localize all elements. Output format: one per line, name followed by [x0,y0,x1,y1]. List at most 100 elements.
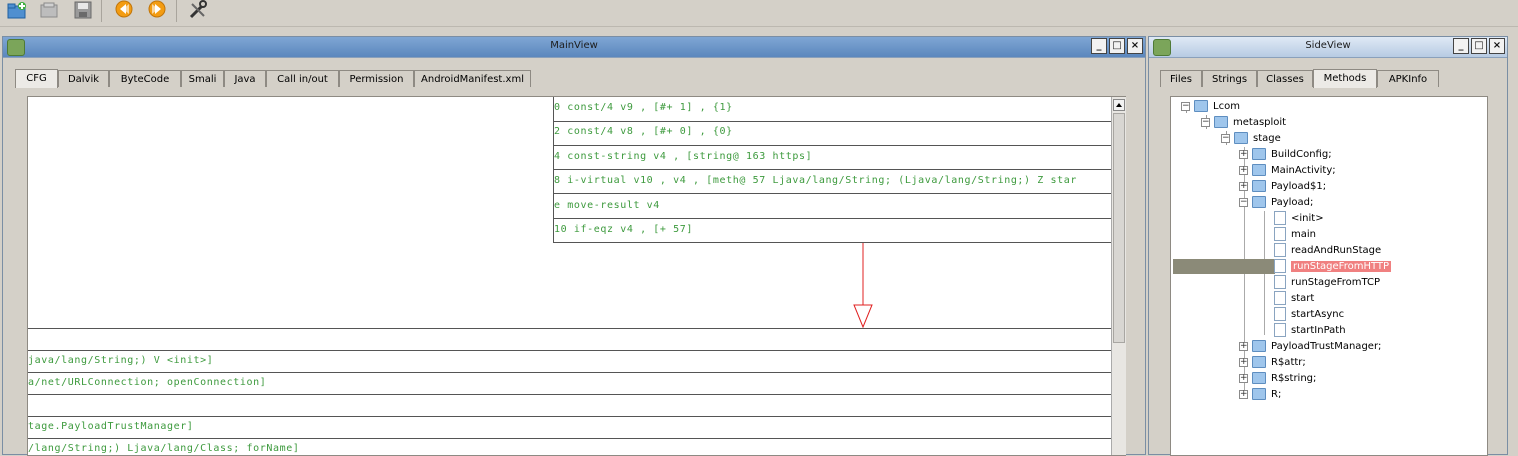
method-icon [1274,211,1286,225]
tools-icon[interactable] [187,0,209,20]
vertical-scrollbar[interactable] [1111,97,1126,455]
expand-icon[interactable]: + [1239,181,1248,191]
tree-node-method[interactable]: readAndRunStage [1274,242,1381,258]
expand-icon[interactable]: + [1239,165,1248,175]
close-button[interactable]: × [1127,38,1143,54]
cfg-node-upper[interactable]: 0 const/4 v9 , [#+ 1] , {1} 2 const/4 v8… [553,97,1113,243]
tab-java[interactable]: Java [224,70,266,87]
tree-node-class[interactable]: + PayloadTrustManager; [1239,338,1381,354]
folder-icon [1252,180,1266,192]
tab-permission[interactable]: Permission [339,70,414,87]
tab-methods[interactable]: Methods [1313,69,1377,88]
expand-icon[interactable]: + [1239,357,1248,367]
tab-bytecode[interactable]: ByteCode [109,70,181,87]
expand-icon[interactable]: + [1239,341,1248,351]
scroll-thumb[interactable] [1113,113,1125,343]
methods-tree[interactable]: − Lcom − metasploit − stage + BuildConfig; +… [1170,96,1488,456]
tab-apkinfo[interactable]: APKInfo [1377,70,1439,87]
side-view-titlebar[interactable]: SideView _ □ × [1149,37,1507,58]
tab-cfg[interactable]: CFG [15,69,58,88]
tree-node-method[interactable]: <init> [1274,210,1324,226]
tree-node-method[interactable]: startInPath [1274,322,1346,338]
tree-node-class[interactable]: + MainActivity; [1239,162,1336,178]
tree-node-class[interactable]: + R; [1239,386,1281,402]
folder-icon [1252,164,1266,176]
tree-node-method[interactable]: runStageFromTCP [1274,274,1380,290]
tree-node-class[interactable]: + BuildConfig; [1239,146,1332,162]
tree-node-class[interactable]: + R$attr; [1239,354,1306,370]
folder-icon [1194,100,1208,112]
cfg-line: 0 const/4 v9 , [#+ 1] , {1} [554,102,733,113]
method-icon [1274,307,1286,321]
tab-dalvik[interactable]: Dalvik [58,70,109,87]
cfg-line: a/net/URLConnection; openConnection] [28,377,267,388]
main-view-titlebar[interactable]: MainView _ □ × [3,37,1145,58]
tree-label: Payload; [1271,196,1314,208]
tab-strings[interactable]: Strings [1202,70,1257,87]
cfg-node-lower[interactable]: java/lang/String;) V <init>] a/net/URLCo… [28,328,1113,455]
cfg-edge-arrow [853,243,873,329]
scroll-up-button[interactable] [1113,99,1125,111]
tree-label: Lcom [1213,100,1240,112]
minimize-button[interactable]: _ [1091,38,1107,54]
tree-node-method[interactable]: main [1274,226,1316,242]
tree-label: metasploit [1233,116,1287,128]
tree-node-stage[interactable]: − stage [1221,130,1281,146]
cfg-line: 8 i-virtual v10 , v4 , [meth@ 57 Ljava/l… [554,175,1078,186]
folder-icon [1252,196,1266,208]
tree-label: startAsync [1291,308,1345,320]
collapse-icon[interactable]: − [1201,117,1210,127]
tree-node-metasploit[interactable]: − metasploit [1201,114,1286,130]
collapse-icon[interactable]: − [1181,101,1190,111]
tab-call-in-out[interactable]: Call in/out [266,70,339,87]
main-toolbar [0,0,1518,27]
expand-icon[interactable]: + [1239,373,1248,383]
method-icon [1274,275,1286,289]
tree-label: stage [1253,132,1281,144]
method-icon [1274,227,1286,241]
tree-label: readAndRunStage [1291,244,1382,256]
collapse-icon[interactable]: − [1239,197,1248,207]
toolbar-separator [176,0,177,22]
maximize-button[interactable]: □ [1109,38,1125,54]
toolbar-separator [101,0,102,22]
tree-label: Payload$1; [1271,180,1327,192]
expand-icon[interactable]: + [1239,389,1248,399]
open-apk-icon[interactable] [6,0,28,20]
tab-smali[interactable]: Smali [181,70,224,87]
close-button[interactable]: × [1489,38,1505,54]
tree-node-method-selected[interactable]: runStageFromHTTP [1274,258,1392,274]
tree-label: BuildConfig; [1271,148,1332,160]
minimize-button[interactable]: _ [1453,38,1469,54]
tree-label: runStageFromTCP [1291,276,1380,288]
cfg-canvas[interactable]: 0 const/4 v9 , [#+ 1] , {1} 2 const/4 v8… [27,96,1126,456]
tree-node-class[interactable]: + Payload$1; [1239,178,1326,194]
tab-classes[interactable]: Classes [1257,70,1313,87]
close-project-icon[interactable] [38,0,60,20]
tab-files[interactable]: Files [1160,70,1202,87]
folder-icon [1252,388,1266,400]
tree-label: MainActivity; [1271,164,1336,176]
tree-label: R; [1271,388,1282,400]
tree-node-payload[interactable]: − Payload; [1239,194,1313,210]
expand-icon[interactable]: + [1239,149,1248,159]
tree-node-class[interactable]: + R$string; [1239,370,1316,386]
cfg-line: e move-result v4 [554,200,660,211]
tree-label: R$attr; [1271,356,1306,368]
tree-node-method[interactable]: startAsync [1274,306,1344,322]
forward-icon[interactable] [146,0,168,20]
method-icon [1274,323,1286,337]
maximize-button[interactable]: □ [1471,38,1487,54]
tab-androidmanifest[interactable]: AndroidManifest.xml [414,70,531,87]
folder-icon [1214,116,1228,128]
tree-label: main [1291,228,1316,240]
window-title: MainView [550,40,598,51]
tree-node-method[interactable]: start [1274,290,1314,306]
cfg-line: 10 if-eqz v4 , [+ 57] [554,224,694,235]
tree-node-lcom[interactable]: − Lcom [1181,98,1240,114]
back-icon[interactable] [113,0,135,20]
folder-icon [1252,372,1266,384]
collapse-icon[interactable]: − [1221,133,1230,143]
save-icon[interactable] [72,0,94,20]
cfg-line: 2 const/4 v8 , [#+ 0] , {0} [554,126,733,137]
